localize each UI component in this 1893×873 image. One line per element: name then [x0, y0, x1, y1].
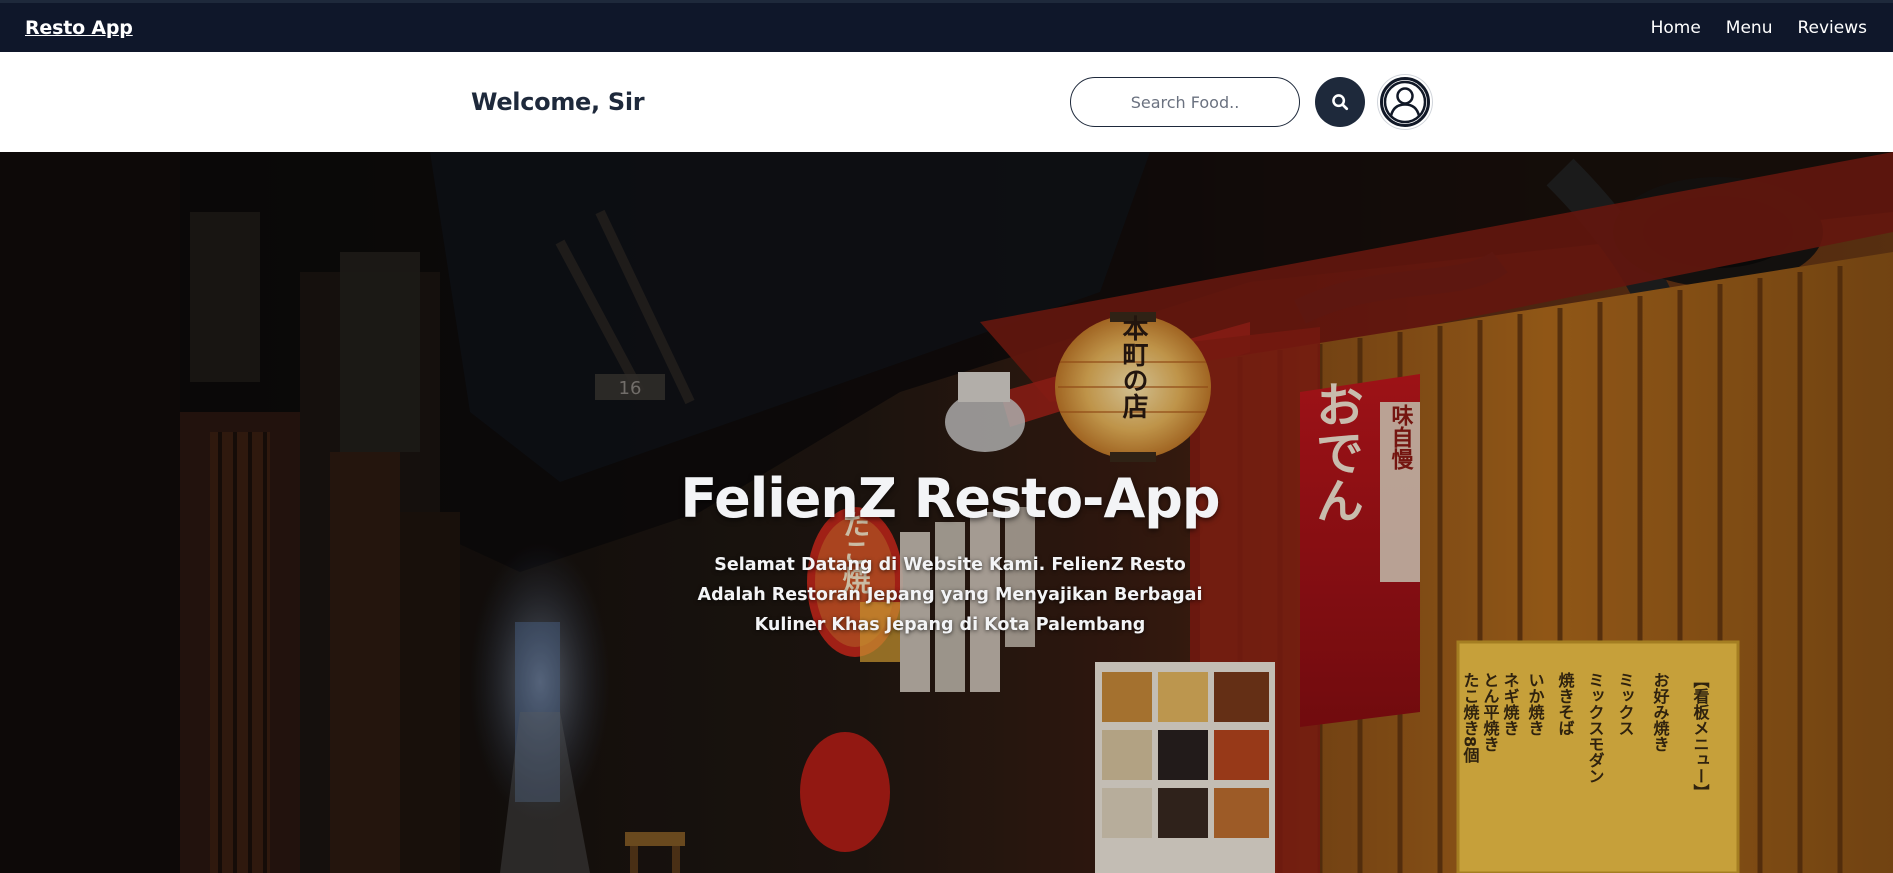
nav-link-menu[interactable]: Menu — [1726, 18, 1773, 38]
hero-title: FelienZ Resto-App — [680, 467, 1220, 530]
brand-logo-link[interactable]: Resto App — [25, 17, 133, 39]
hero-section: 本町の店 たこ焼 おでん 味自慢 【看板メニュー】 お好み焼き ミックス ミック… — [0, 152, 1893, 873]
search-icon — [1331, 93, 1349, 111]
welcome-text: Welcome, Sir — [471, 88, 645, 116]
nav-links: Home Menu Reviews — [1651, 18, 1867, 38]
avatar[interactable] — [1380, 77, 1430, 127]
nav-link-home[interactable]: Home — [1651, 18, 1701, 38]
top-navbar: Resto App Home Menu Reviews — [0, 0, 1893, 52]
hero-subtitle: Selamat Datang di Website Kami. FelienZ … — [697, 555, 1203, 635]
welcome-header: Welcome, Sir — [0, 52, 1893, 152]
user-icon — [1383, 80, 1427, 124]
nav-link-reviews[interactable]: Reviews — [1797, 18, 1867, 38]
search-button[interactable] — [1315, 77, 1365, 127]
search-input[interactable] — [1070, 77, 1300, 127]
